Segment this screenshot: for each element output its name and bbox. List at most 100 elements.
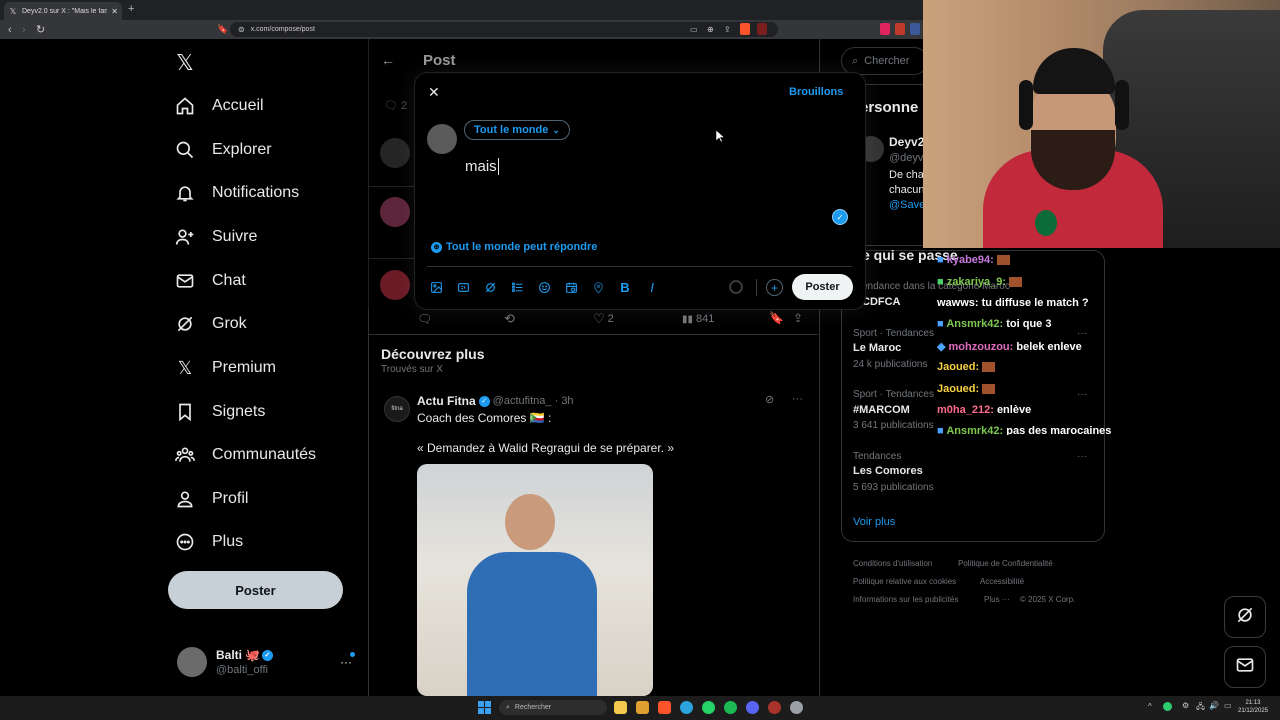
sidebar-item-chat[interactable]: Chat: [174, 266, 246, 296]
obs-icon[interactable]: [768, 701, 781, 714]
folder-icon[interactable]: [636, 701, 649, 714]
sidebar-item-profil[interactable]: Profil: [174, 484, 248, 514]
account-name-row[interactable]: Balti 🐙 ✓: [216, 648, 273, 662]
sidebar-item-accueil[interactable]: Accueil: [174, 91, 264, 121]
footer-link[interactable]: Informations sur les publicités: [853, 595, 958, 604]
sidebar-item-label: Chat: [212, 272, 246, 289]
brave-shield-icon[interactable]: [740, 23, 750, 35]
volume-icon[interactable]: 🔊: [1209, 701, 1219, 710]
avatar[interactable]: fitna: [384, 396, 410, 422]
sidebar-item-grok[interactable]: Grok: [174, 309, 247, 339]
reply-icon[interactable]: 🗨: [417, 312, 432, 326]
see-more-link[interactable]: Voir plus: [853, 516, 895, 528]
sidebar-item-signets[interactable]: Signets: [174, 397, 265, 427]
suggest-user-name[interactable]: Deyv2: [889, 135, 924, 149]
drafts-button[interactable]: Brouillons: [789, 86, 843, 98]
emoji-icon[interactable]: [537, 280, 551, 294]
block-icon[interactable]: ⊘: [765, 393, 774, 406]
poll-icon[interactable]: [510, 280, 524, 294]
extension-icon[interactable]: [880, 23, 890, 35]
bookmark-icon[interactable]: 🔖: [769, 311, 784, 325]
cast-icon[interactable]: ▭: [690, 20, 698, 39]
footer-link[interactable]: Politique de Confidentialité: [958, 559, 1053, 568]
file-explorer-icon[interactable]: [614, 701, 627, 714]
trend-more-icon[interactable]: ···: [1077, 389, 1087, 400]
chevron-up-icon[interactable]: ^: [1148, 702, 1152, 711]
taskbar-search[interactable]: ⌕ Rechercher: [499, 700, 607, 715]
brave-icon[interactable]: [658, 701, 671, 714]
trend-name[interactable]: Les Comores: [853, 465, 923, 477]
forward-icon[interactable]: ›: [22, 20, 26, 39]
browser-tab[interactable]: 𝕏 Deyv2.0 sur X : "Mais le fameux... ✕: [4, 2, 122, 20]
close-tab-icon[interactable]: ✕: [111, 7, 118, 16]
extension-icon[interactable]: [895, 23, 905, 35]
sidebar-item-notifications[interactable]: Notifications: [174, 178, 299, 208]
grok-float-button[interactable]: [1224, 596, 1266, 638]
share-icon[interactable]: ⇪: [793, 311, 803, 325]
grammar-check-icon[interactable]: ✓: [832, 209, 848, 225]
tray-app-icon[interactable]: ⚙: [1182, 701, 1189, 710]
location-icon[interactable]: [591, 280, 605, 294]
sidebar-item-plus[interactable]: Plus: [174, 527, 243, 557]
char-counter-icon: [729, 280, 743, 294]
audience-selector[interactable]: Tout le monde ⌄: [464, 120, 570, 140]
footer-link[interactable]: Conditions d'utilisation: [853, 559, 932, 568]
close-icon[interactable]: ✕: [428, 84, 440, 101]
trend-more-icon[interactable]: ···: [1077, 451, 1087, 462]
messages-float-button[interactable]: [1224, 646, 1266, 688]
zoom-icon[interactable]: ⊕: [707, 20, 714, 39]
whatsapp-icon[interactable]: [702, 701, 715, 714]
tray-app-icon[interactable]: [1163, 702, 1172, 711]
site-info-icon[interactable]: ⊜: [238, 25, 245, 34]
post-button[interactable]: Poster: [168, 571, 343, 609]
submit-post-button[interactable]: Poster: [792, 274, 853, 300]
footer-link[interactable]: Politique relative aux cookies: [853, 577, 956, 586]
network-icon[interactable]: 🖧: [1196, 701, 1205, 715]
share-icon[interactable]: ⇪: [724, 20, 731, 39]
more-icon[interactable]: ···: [792, 393, 803, 405]
views-button[interactable]: ▮▮ 841: [682, 313, 714, 325]
reply-settings-button[interactable]: ⊕ Tout le monde peut répondre: [431, 241, 597, 253]
tweet-image[interactable]: [417, 464, 653, 696]
grok-icon[interactable]: [483, 280, 497, 294]
italic-icon[interactable]: I: [645, 280, 659, 295]
repost-icon[interactable]: ⟲: [504, 311, 515, 327]
new-tab-icon[interactable]: +: [128, 3, 134, 15]
avatar[interactable]: [427, 124, 457, 154]
bold-icon[interactable]: B: [618, 280, 632, 295]
add-post-icon[interactable]: +: [766, 279, 783, 296]
suggest-user-bio-link[interactable]: @Save: [889, 199, 925, 211]
extension-icon[interactable]: [757, 23, 767, 35]
footer-link[interactable]: Accessibilité: [980, 577, 1024, 586]
reload-icon[interactable]: ↻: [36, 20, 45, 39]
clock[interactable]: 21:13 21/12/2025: [1238, 699, 1268, 715]
account-menu-icon[interactable]: ···: [340, 655, 352, 669]
tweet-author[interactable]: Actu Fitna: [417, 394, 476, 408]
compose-textarea[interactable]: mais: [465, 158, 499, 175]
trend-more-icon[interactable]: ···: [1077, 328, 1087, 339]
telegram-icon[interactable]: [680, 701, 693, 714]
sidebar-item-explorer[interactable]: Explorer: [174, 135, 272, 165]
search-input[interactable]: ⌕ Chercher: [841, 47, 928, 75]
settings-icon[interactable]: [790, 701, 803, 714]
discord-icon[interactable]: [746, 701, 759, 714]
extension-icon[interactable]: [910, 23, 920, 35]
trend-name[interactable]: CDFCA: [862, 296, 901, 308]
battery-icon[interactable]: ▭: [1224, 701, 1232, 710]
sidebar-item-communautes[interactable]: Communautés: [174, 440, 316, 470]
footer-link[interactable]: Plus ···: [984, 595, 1010, 604]
image-icon[interactable]: [429, 280, 443, 294]
trend-name[interactable]: #MARCOM: [853, 404, 910, 416]
schedule-icon[interactable]: [564, 280, 578, 294]
back-icon[interactable]: ‹: [8, 20, 12, 39]
spotify-icon[interactable]: [724, 701, 737, 714]
gif-icon[interactable]: [456, 280, 470, 294]
like-button[interactable]: ♡ 2: [593, 311, 614, 327]
avatar[interactable]: [177, 647, 207, 677]
trend-name[interactable]: Le Maroc: [853, 342, 901, 354]
sidebar-item-premium[interactable]: 𝕏 Premium: [174, 353, 276, 383]
windows-start-icon[interactable]: [478, 701, 491, 714]
sidebar-item-suivre[interactable]: Suivre: [174, 222, 257, 252]
x-logo-icon[interactable]: 𝕏: [176, 50, 194, 76]
bookmark-page-icon[interactable]: 🔖: [217, 20, 228, 39]
